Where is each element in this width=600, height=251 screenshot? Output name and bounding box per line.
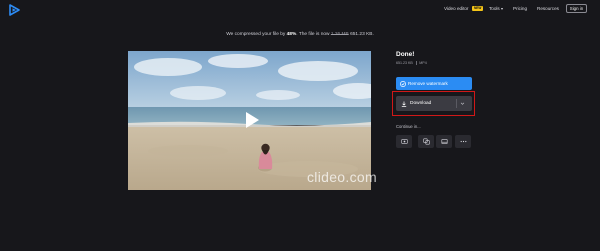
remove-watermark-button[interactable]: Remove watermark	[396, 77, 472, 90]
merge-icon	[422, 138, 430, 145]
nav-pricing[interactable]: Pricing	[513, 6, 527, 12]
old-file-size: 1.26 MB	[330, 32, 349, 37]
compression-notice: We compressed your file by 48%. The file…	[0, 31, 600, 39]
continue-merge-button[interactable]	[418, 135, 434, 148]
meta-divider	[415, 61, 417, 66]
continue-more-button[interactable]	[455, 135, 471, 148]
clideo-logo-icon[interactable]	[8, 4, 20, 16]
compression-percent: 48%	[286, 32, 297, 37]
new-badge: NEW	[472, 6, 484, 11]
notice-prefix: We compressed your file by	[226, 32, 286, 37]
crop-icon	[441, 139, 448, 144]
download-divider	[456, 99, 457, 108]
notice-middle: . The file is now	[296, 32, 330, 37]
watermark-text: clideo.com	[307, 169, 377, 185]
compress-icon	[400, 139, 408, 144]
new-file-size: 651.23 KB.	[350, 32, 374, 37]
download-icon	[401, 101, 407, 107]
continue-crop-button[interactable]	[436, 135, 452, 148]
remove-watermark-label: Remove watermark	[408, 81, 448, 86]
result-meta: 651.23 KB MP4	[396, 61, 427, 66]
nav-resources[interactable]: Resources	[537, 6, 559, 12]
result-format: MP4	[419, 61, 427, 65]
nav-tools[interactable]: Tools	[489, 6, 500, 12]
result-size: 651.23 KB	[396, 61, 413, 65]
more-icon	[460, 140, 466, 143]
chevron-down-icon[interactable]: ▾	[501, 6, 503, 12]
continue-label: Continue in...	[396, 124, 421, 129]
watermark-icon	[400, 80, 406, 87]
sign-in-button[interactable]: Sign in	[566, 4, 587, 13]
download-button[interactable]: Download	[396, 96, 472, 111]
result-title: Done!	[396, 51, 415, 58]
continue-compress-button[interactable]	[396, 135, 412, 148]
download-label: Download	[410, 101, 432, 106]
chevron-down-icon[interactable]	[460, 101, 465, 106]
play-icon[interactable]	[244, 111, 260, 129]
nav-video-editor[interactable]: Video editor	[444, 6, 468, 12]
